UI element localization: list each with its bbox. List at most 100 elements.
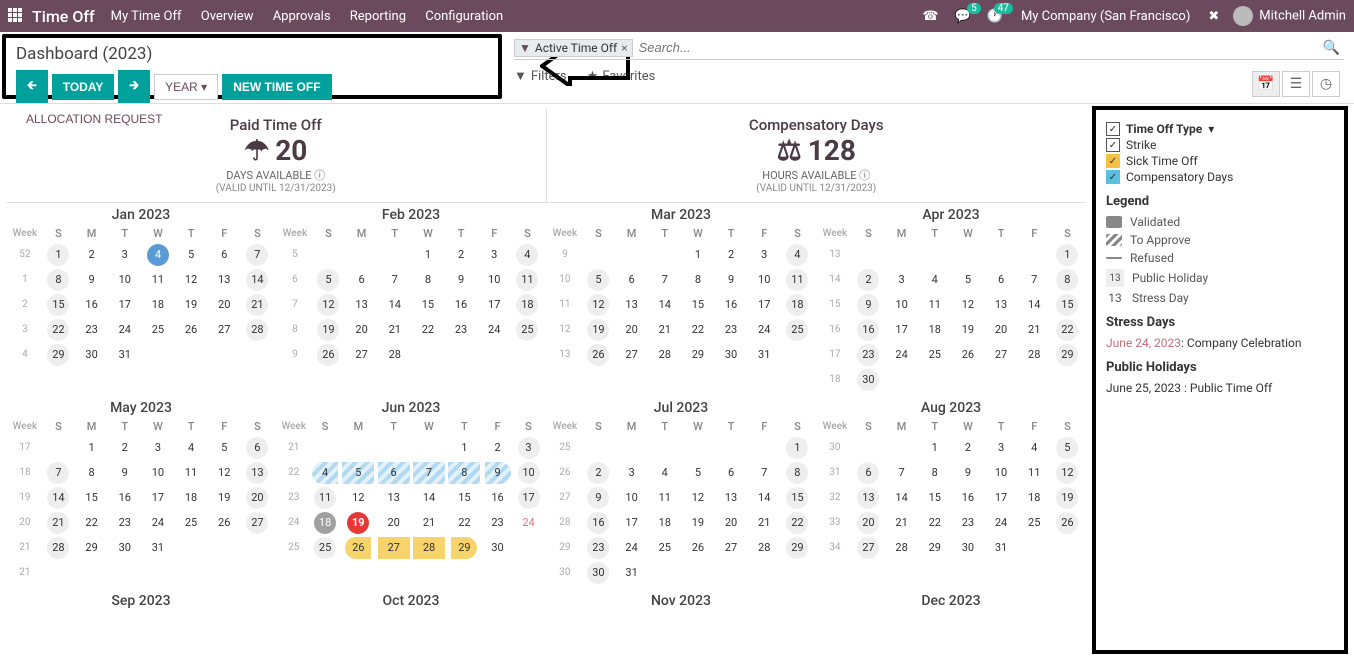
day-cell[interactable]: 20 — [984, 317, 1017, 342]
day-cell[interactable]: 11 — [174, 460, 207, 485]
day-cell[interactable]: 24 — [615, 535, 648, 560]
phone-icon[interactable]: ☎ — [922, 9, 938, 24]
day-cell[interactable]: 20 — [241, 485, 274, 510]
day-cell[interactable]: 25 — [918, 342, 951, 367]
day-cell[interactable]: 27 — [615, 342, 648, 367]
day-cell[interactable]: 20 — [208, 292, 241, 317]
day-cell[interactable]: 19 — [681, 510, 714, 535]
day-cell[interactable]: 12 — [341, 485, 376, 510]
day-cell[interactable]: 30 — [482, 535, 513, 560]
day-cell[interactable]: 23 — [444, 317, 477, 342]
day-cell[interactable]: 30 — [75, 342, 108, 367]
day-cell[interactable]: 19 — [1051, 485, 1084, 510]
day-cell[interactable]: 22 — [411, 317, 444, 342]
day-cell[interactable]: 3 — [108, 242, 141, 267]
day-cell[interactable]: 19 — [341, 510, 376, 535]
day-cell[interactable]: 30 — [714, 342, 747, 367]
day-cell[interactable]: 28 — [648, 342, 681, 367]
day-cell[interactable]: 24 — [885, 342, 918, 367]
day-cell[interactable]: 8 — [447, 460, 482, 485]
day-cell[interactable]: 26 — [951, 342, 984, 367]
day-cell[interactable]: 1 — [75, 435, 108, 460]
day-cell[interactable]: 7 — [748, 460, 781, 485]
day-cell[interactable]: 18 — [310, 510, 341, 535]
day-cell[interactable]: 13 — [241, 460, 274, 485]
day-cell[interactable]: 1 — [447, 435, 482, 460]
day-cell[interactable]: 28 — [411, 535, 446, 560]
day-cell[interactable]: 25 — [511, 317, 544, 342]
activities-icon[interactable]: 🕐47 — [987, 9, 1003, 24]
day-cell[interactable]: 2 — [482, 435, 513, 460]
day-cell[interactable]: 25 — [781, 317, 814, 342]
day-cell[interactable]: 2 — [582, 460, 615, 485]
day-cell[interactable]: 16 — [108, 485, 141, 510]
day-cell[interactable]: 16 — [75, 292, 108, 317]
day-cell[interactable]: 26 — [208, 510, 241, 535]
day-cell[interactable]: 22 — [447, 510, 482, 535]
remove-filter[interactable]: × — [621, 41, 627, 55]
day-cell[interactable]: 29 — [918, 535, 951, 560]
day-cell[interactable]: 8 — [918, 460, 951, 485]
day-cell[interactable]: 13 — [714, 485, 747, 510]
info-icon[interactable]: ⓘ — [859, 169, 870, 182]
day-cell[interactable]: 21 — [885, 510, 918, 535]
day-cell[interactable]: 31 — [108, 342, 141, 367]
day-cell[interactable]: 21 — [241, 292, 274, 317]
day-cell[interactable]: 1 — [411, 242, 444, 267]
day-cell[interactable]: 14 — [411, 485, 446, 510]
day-cell[interactable]: 7 — [648, 267, 681, 292]
day-cell[interactable]: 4 — [1018, 435, 1051, 460]
day-cell[interactable]: 25 — [1018, 510, 1051, 535]
day-cell[interactable]: 20 — [345, 317, 378, 342]
day-cell[interactable]: 18 — [141, 292, 174, 317]
type-sick[interactable]: ✓Sick Time Off — [1106, 154, 1334, 168]
day-cell[interactable]: 9 — [75, 267, 108, 292]
day-cell[interactable]: 15 — [681, 292, 714, 317]
day-cell[interactable]: 12 — [208, 460, 241, 485]
day-cell[interactable]: 19 — [174, 292, 207, 317]
apps-icon[interactable] — [8, 8, 24, 24]
day-cell[interactable]: 25 — [141, 317, 174, 342]
day-cell[interactable]: 7 — [241, 242, 274, 267]
day-cell[interactable]: 16 — [714, 292, 747, 317]
day-cell[interactable]: 16 — [582, 510, 615, 535]
day-cell[interactable]: 21 — [378, 317, 411, 342]
day-cell[interactable]: 23 — [852, 342, 885, 367]
day-cell[interactable]: 11 — [648, 485, 681, 510]
day-cell[interactable]: 4 — [174, 435, 207, 460]
day-cell[interactable]: 8 — [75, 460, 108, 485]
day-cell[interactable]: 14 — [885, 485, 918, 510]
day-cell[interactable]: 7 — [42, 460, 75, 485]
day-cell[interactable]: 24 — [748, 317, 781, 342]
user-menu[interactable]: Mitchell Admin — [1233, 6, 1346, 26]
day-cell[interactable]: 14 — [241, 267, 274, 292]
day-cell[interactable]: 7 — [885, 460, 918, 485]
day-cell[interactable]: 23 — [951, 510, 984, 535]
day-cell[interactable]: 15 — [781, 485, 814, 510]
day-cell[interactable]: 27 — [241, 510, 274, 535]
day-cell[interactable]: 29 — [1051, 342, 1084, 367]
day-cell[interactable]: 18 — [781, 292, 814, 317]
nav-configuration[interactable]: Configuration — [425, 9, 503, 24]
day-cell[interactable]: 29 — [75, 535, 108, 560]
day-cell[interactable]: 13 — [376, 485, 411, 510]
day-cell[interactable]: 26 — [341, 535, 376, 560]
day-cell[interactable]: 13 — [852, 485, 885, 510]
day-cell[interactable]: 24 — [478, 317, 511, 342]
day-cell[interactable]: 21 — [411, 510, 446, 535]
day-cell[interactable]: 26 — [312, 342, 345, 367]
day-cell[interactable]: 17 — [108, 292, 141, 317]
nav-overview[interactable]: Overview — [201, 9, 254, 24]
day-cell[interactable]: 17 — [748, 292, 781, 317]
day-cell[interactable]: 29 — [781, 535, 814, 560]
day-cell[interactable]: 10 — [141, 460, 174, 485]
day-cell[interactable]: 10 — [984, 460, 1017, 485]
year-dropdown[interactable]: YEAR ▾ — [154, 74, 218, 100]
day-cell[interactable]: 8 — [781, 460, 814, 485]
tools-icon[interactable]: ✖ — [1208, 9, 1219, 24]
day-cell[interactable]: 7 — [378, 267, 411, 292]
info-icon[interactable]: ⓘ — [314, 169, 325, 182]
day-cell[interactable]: 10 — [108, 267, 141, 292]
day-cell[interactable]: 28 — [1018, 342, 1051, 367]
day-cell[interactable]: 15 — [411, 292, 444, 317]
